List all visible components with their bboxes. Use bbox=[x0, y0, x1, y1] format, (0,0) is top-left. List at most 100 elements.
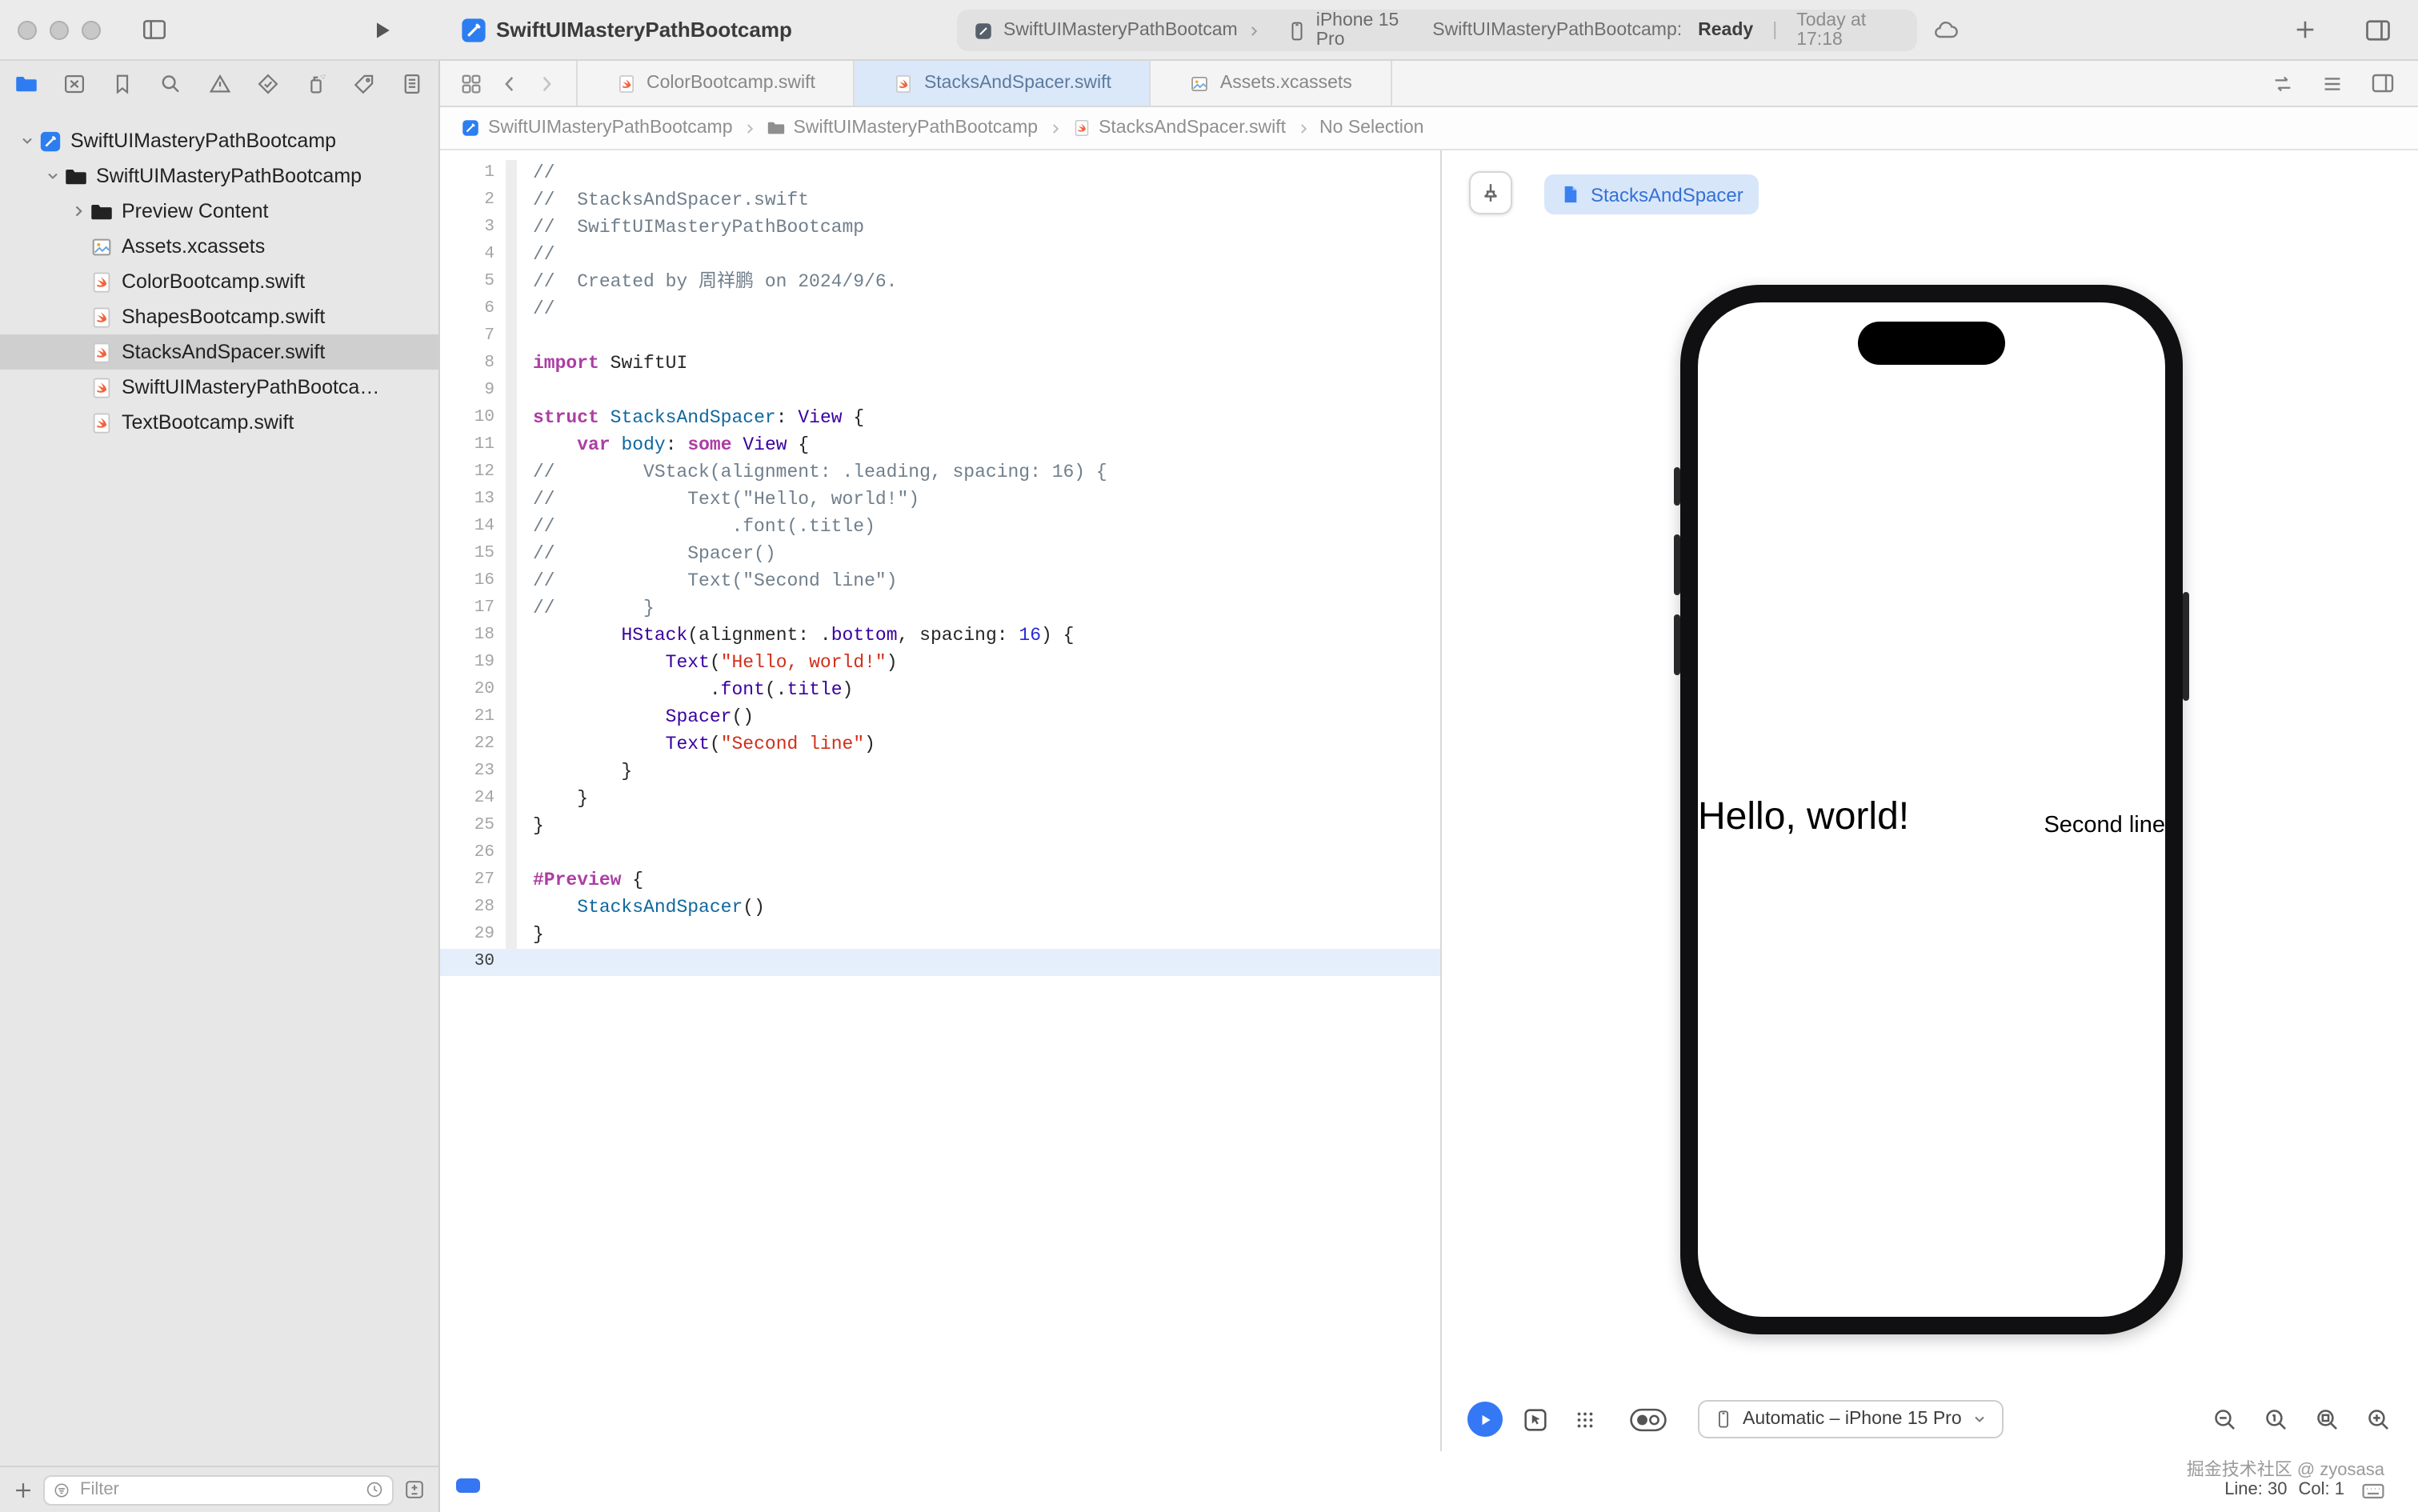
line-number[interactable]: 5 bbox=[440, 269, 502, 296]
code-line-12[interactable]: 12 // VStack(alignment: .leading, spacing… bbox=[440, 459, 1440, 486]
code-line-1[interactable]: 1 // bbox=[440, 160, 1440, 187]
report-navigator-icon[interactable] bbox=[400, 72, 424, 96]
go-back-icon[interactable] bbox=[499, 73, 520, 94]
code-line-26[interactable]: 26 bbox=[440, 840, 1440, 867]
line-number[interactable]: 16 bbox=[440, 568, 502, 595]
sidebar-item-swiftuimasterypathbootcamp[interactable]: SwiftUIMasteryPathBootcamp bbox=[0, 158, 438, 194]
keyboard-icon[interactable] bbox=[2360, 1478, 2386, 1504]
filter-input[interactable] bbox=[77, 1478, 358, 1501]
test-navigator-icon[interactable] bbox=[255, 72, 279, 96]
line-number[interactable]: 13 bbox=[440, 486, 502, 514]
code-line-20[interactable]: 20 .font(.title) bbox=[440, 677, 1440, 704]
source-control-navigator-icon[interactable] bbox=[62, 72, 86, 96]
code-line-13[interactable]: 13 // Text("Hello, world!") bbox=[440, 486, 1440, 514]
breadcrumb-item[interactable]: StacksAndSpacer.swift bbox=[1071, 118, 1286, 138]
line-number[interactable]: 20 bbox=[440, 677, 502, 704]
debug-navigator-icon[interactable] bbox=[304, 72, 328, 96]
source-editor[interactable]: 1 // 2 // StacksAndSpacer.swift 3 // SwiftUIM… bbox=[440, 150, 1442, 1451]
line-number[interactable]: 28 bbox=[440, 894, 502, 922]
breadcrumb-item[interactable]: SwiftUIMasteryPathBootcamp bbox=[767, 118, 1038, 138]
code-line-27[interactable]: 27 #Preview { bbox=[440, 867, 1440, 894]
line-number[interactable]: 3 bbox=[440, 214, 502, 242]
sidebar-item-shapesbootcamp-swift[interactable]: ShapesBootcamp.swift bbox=[0, 299, 438, 334]
run-button[interactable] bbox=[371, 19, 394, 42]
code-line-8[interactable]: 8 import SwiftUI bbox=[440, 350, 1440, 378]
line-number[interactable]: 27 bbox=[440, 867, 502, 894]
line-number[interactable]: 19 bbox=[440, 650, 502, 677]
split-editor-icon[interactable] bbox=[2370, 70, 2396, 96]
sidebar-item-colorbootcamp-swift[interactable]: ColorBootcamp.swift bbox=[0, 264, 438, 299]
code-line-16[interactable]: 16 // Text("Second line") bbox=[440, 568, 1440, 595]
sidebar-item-stacksandspacer-swift[interactable]: StacksAndSpacer.swift bbox=[0, 334, 438, 370]
line-number[interactable]: 15 bbox=[440, 541, 502, 568]
cloud-status-icon[interactable] bbox=[1933, 18, 1959, 43]
line-number[interactable]: 23 bbox=[440, 758, 502, 786]
line-number[interactable]: 29 bbox=[440, 922, 502, 949]
code-line-10[interactable]: 10 struct StacksAndSpacer: View { bbox=[440, 405, 1440, 432]
preview-chip[interactable]: StacksAndSpacer bbox=[1544, 174, 1759, 214]
zoom-out-icon[interactable] bbox=[2212, 1406, 2239, 1433]
disclosure-down-icon[interactable] bbox=[19, 133, 35, 149]
code-line-2[interactable]: 2 // StacksAndSpacer.swift bbox=[440, 187, 1440, 214]
breakpoint-navigator-icon[interactable] bbox=[352, 72, 376, 96]
line-col-indicator[interactable]: Line: 30 Col: 1 bbox=[2224, 1480, 2344, 1499]
sidebar-item-swiftuimasterypathbootcamp[interactable]: SwiftUIMasteryPathBootcamp bbox=[0, 123, 438, 158]
sidebar-item-textbootcamp-swift[interactable]: TextBootcamp.swift bbox=[0, 405, 438, 440]
editor-tab[interactable]: StacksAndSpacer.swift bbox=[855, 61, 1151, 106]
line-number[interactable]: 25 bbox=[440, 813, 502, 840]
close-window-button[interactable] bbox=[18, 20, 37, 39]
zoom-in-icon[interactable] bbox=[2365, 1406, 2392, 1433]
line-number[interactable]: 6 bbox=[440, 296, 502, 323]
line-number[interactable]: 21 bbox=[440, 704, 502, 731]
find-navigator-icon[interactable] bbox=[159, 72, 183, 96]
line-number[interactable]: 7 bbox=[440, 323, 502, 350]
live-preview-button[interactable] bbox=[1467, 1402, 1503, 1437]
code-line-4[interactable]: 4 // bbox=[440, 242, 1440, 269]
line-number[interactable]: 12 bbox=[440, 459, 502, 486]
line-number[interactable]: 4 bbox=[440, 242, 502, 269]
code-line-9[interactable]: 9 bbox=[440, 378, 1440, 405]
zoom-fit-icon[interactable] bbox=[2314, 1406, 2341, 1433]
code-line-25[interactable]: 25} bbox=[440, 813, 1440, 840]
disclosure-right-icon[interactable] bbox=[70, 203, 86, 219]
code-line-18[interactable]: 18 HStack(alignment: .bottom, spacing: 1… bbox=[440, 622, 1440, 650]
sidebar-item-assets-xcassets[interactable]: Assets.xcassets bbox=[0, 229, 438, 264]
code-line-5[interactable]: 5 // Created by 周祥鹏 on 2024/9/6. bbox=[440, 269, 1440, 296]
line-number[interactable]: 11 bbox=[440, 432, 502, 459]
line-number[interactable]: 10 bbox=[440, 405, 502, 432]
code-line-28[interactable]: 28 StacksAndSpacer() bbox=[440, 894, 1440, 922]
related-items-icon[interactable] bbox=[459, 71, 483, 95]
sidebar-item-preview-content[interactable]: Preview Content bbox=[0, 194, 438, 229]
preview-device-menu[interactable]: Automatic – iPhone 15 Pro bbox=[1698, 1400, 2004, 1438]
code-line-6[interactable]: 6 // bbox=[440, 296, 1440, 323]
minimap-menu-icon[interactable] bbox=[2320, 71, 2344, 95]
go-forward-icon[interactable] bbox=[536, 73, 557, 94]
breadcrumb-item[interactable]: No Selection bbox=[1319, 118, 1423, 138]
bookmark-navigator-icon[interactable] bbox=[111, 72, 135, 96]
scheme-selector[interactable]: SwiftUIMasteryPathBootcam bbox=[1003, 21, 1238, 40]
line-number[interactable]: 22 bbox=[440, 731, 502, 758]
editor-tab[interactable]: Assets.xcassets bbox=[1151, 61, 1392, 106]
code-line-19[interactable]: 19 Text("Hello, world!") bbox=[440, 650, 1440, 677]
filter-field[interactable] bbox=[43, 1474, 394, 1505]
line-number[interactable]: 26 bbox=[440, 840, 502, 867]
toggle-navigator-icon[interactable] bbox=[141, 16, 168, 43]
code-line-14[interactable]: 14 // .font(.title) bbox=[440, 514, 1440, 541]
selectable-preview-button[interactable] bbox=[1517, 1402, 1552, 1437]
issue-navigator-icon[interactable] bbox=[207, 72, 231, 96]
run-destination[interactable]: iPhone 15 Pro bbox=[1287, 11, 1414, 50]
show-only-icon[interactable] bbox=[403, 1478, 426, 1501]
line-number[interactable]: 24 bbox=[440, 786, 502, 813]
code-line-22[interactable]: 22 Text("Second line") bbox=[440, 731, 1440, 758]
code-line-15[interactable]: 15 // Spacer() bbox=[440, 541, 1440, 568]
line-number[interactable]: 8 bbox=[440, 350, 502, 378]
line-number[interactable]: 2 bbox=[440, 187, 502, 214]
add-editor-button[interactable] bbox=[2293, 18, 2317, 42]
line-number[interactable]: 14 bbox=[440, 514, 502, 541]
code-line-30[interactable]: 30 bbox=[440, 949, 1440, 976]
line-number[interactable]: 17 bbox=[440, 595, 502, 622]
project-navigator-icon[interactable] bbox=[14, 72, 38, 96]
line-number[interactable]: 18 bbox=[440, 622, 502, 650]
code-line-21[interactable]: 21 Spacer() bbox=[440, 704, 1440, 731]
line-number[interactable]: 30 bbox=[440, 949, 502, 976]
